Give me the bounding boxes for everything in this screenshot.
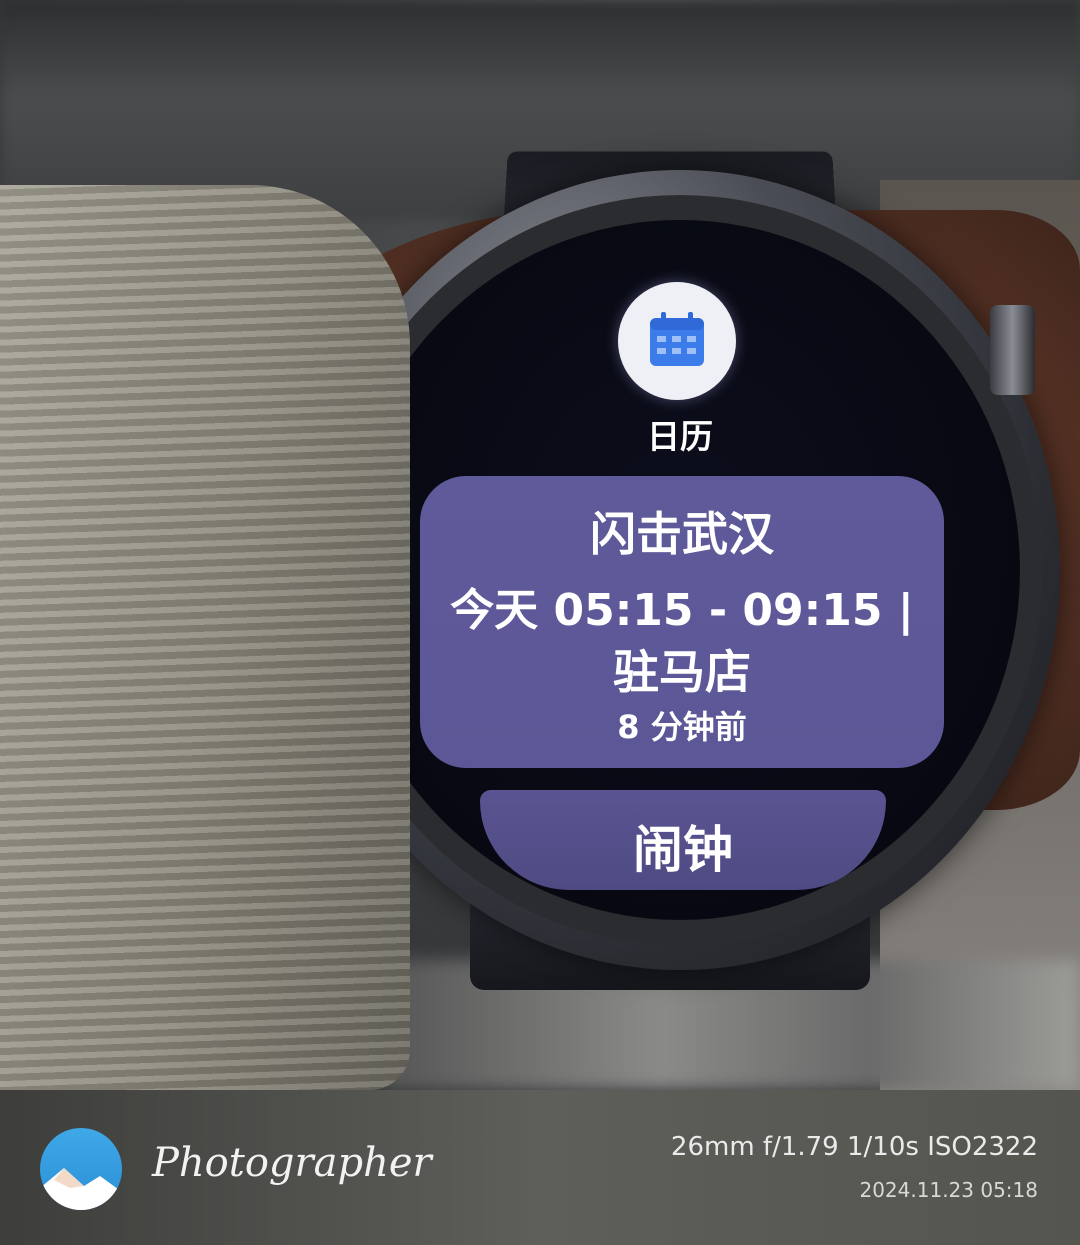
photographer-logo-icon: [40, 1128, 122, 1210]
event-card[interactable]: 闪击武汉 今天 05:15 - 09:15 | 驻马店 8 分钟前: [420, 476, 944, 768]
calendar-app-icon[interactable]: [618, 282, 736, 400]
alarm-card[interactable]: 闹钟: [480, 790, 886, 890]
exif-info: 26mm f/1.79 1/10s ISO2322: [670, 1132, 1038, 1162]
calendar-icon: [650, 312, 704, 366]
event-title: 闪击武汉: [590, 507, 774, 561]
sweater-sleeve: [0, 185, 410, 1090]
photo-watermark-footer: Photographer 26mm f/1.79 1/10s ISO2322 2…: [0, 1090, 1080, 1245]
capture-datetime: 2024.11.23 05:18: [859, 1178, 1038, 1202]
event-ago: 8 分钟前: [617, 708, 747, 746]
event-time: 今天 05:15 - 09:15 |: [450, 585, 914, 636]
alarm-label: 闹钟: [633, 821, 733, 879]
event-location: 驻马店: [613, 645, 751, 699]
app-name: 日历: [647, 417, 713, 456]
brand-name: Photographer: [152, 1140, 432, 1186]
watch-crown[interactable]: [990, 305, 1035, 395]
photo: 日历 闪击武汉 今天 05:15 - 09:15 | 驻马店 8 分钟前 闹钟: [0, 0, 1080, 1090]
